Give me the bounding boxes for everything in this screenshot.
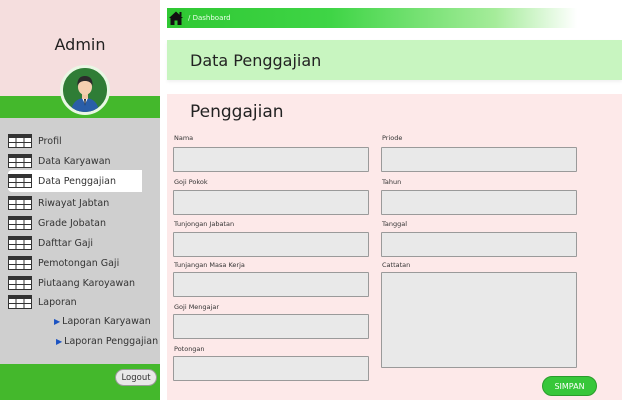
tanggal-label: Tanggal <box>382 220 408 228</box>
tanggal-input[interactable] <box>381 232 577 257</box>
gaji-pokok-input[interactable] <box>173 190 369 215</box>
home-icon[interactable] <box>167 9 185 27</box>
simpan-button[interactable]: SIMPAN <box>542 376 597 396</box>
periode-label: Priode <box>382 134 403 142</box>
user-avatar-icon <box>63 68 107 112</box>
sidebar-item-label: Grade Jobatan <box>38 217 107 229</box>
tahun-label: Tahun <box>382 178 402 186</box>
table-icon <box>8 174 32 188</box>
potongan-label: Potongan <box>174 345 205 353</box>
sidebar-item-profil[interactable]: Profil <box>8 131 160 151</box>
potongan-input[interactable] <box>173 356 369 381</box>
table-icon <box>8 196 32 210</box>
admin-label: Admin <box>54 35 106 54</box>
tunjangan-jabatan-input[interactable] <box>173 232 369 257</box>
penggajian-form: Penggajian Nama Goji Pokok Tunjongan Jab… <box>167 94 622 400</box>
sidebar-item-label: Data Karyawan <box>38 155 111 167</box>
nama-label: Nama <box>174 134 194 142</box>
form-title: Penggajian <box>190 102 284 122</box>
sidebar-item-riwayat-jabatan[interactable]: Riwayat Jabtan <box>8 193 160 213</box>
sidebar-item-label: Pemotongan Gaji <box>38 257 120 269</box>
sidebar-item-laporan[interactable]: Laporan <box>8 292 160 312</box>
sidebar-subitem-label: Laporan Karyawan <box>62 315 151 327</box>
table-icon <box>8 216 32 230</box>
table-icon <box>8 295 32 309</box>
sidebar-item-piutang-karyawan[interactable]: Piutaang Karoyawan <box>8 273 160 293</box>
triangle-right-icon: ▶ <box>56 336 63 346</box>
table-icon <box>8 154 32 168</box>
sidebar-subitem-label: Laporan Penggajian <box>64 335 159 347</box>
catatan-textarea[interactable] <box>381 272 577 368</box>
page-header: Data Penggajian <box>167 40 622 80</box>
sidebar-item-grade-jabatan[interactable]: Grade Jobatan <box>8 213 160 233</box>
breadcrumb: / Dashboard <box>167 8 577 28</box>
sidebar-item-pemotongan-gaji[interactable]: Pemotongan Gaji <box>8 253 160 273</box>
logout-button[interactable]: Logout <box>115 369 157 386</box>
gaji-mengajar-input[interactable] <box>173 314 369 339</box>
sidebar-subitem-laporan-penggajian[interactable]: ▶ Laporan Penggajian <box>56 333 158 349</box>
breadcrumb-text[interactable]: / Dashboard <box>188 14 231 22</box>
tunjangan-jabatan-label: Tunjongan Jabatan <box>174 220 235 228</box>
triangle-right-icon: ▶ <box>54 316 61 326</box>
sidebar-item-label: Dafttar Gaji <box>38 237 93 249</box>
sidebar-item-daftar-gaji[interactable]: Dafttar Gaji <box>8 233 160 253</box>
sidebar-item-data-karyawan[interactable]: Data Karyawan <box>8 151 160 171</box>
table-icon <box>8 236 32 250</box>
avatar[interactable] <box>60 65 110 115</box>
sidebar-item-label: Profil <box>38 135 62 147</box>
sidebar-item-data-penggajian[interactable]: Data Penggajian <box>8 170 142 192</box>
sidebar-subitem-laporan-karyawan[interactable]: ▶ Laporan Karyawan <box>54 313 151 329</box>
sidebar: Admin Profil Data Karyawan Data Penggaji… <box>0 0 160 400</box>
page-title: Data Penggajian <box>190 51 322 70</box>
sidebar-item-label: Laporan <box>38 296 77 308</box>
table-icon <box>8 276 32 290</box>
tunjangan-masa-kerja-label: Tunjangan Masa Kerja <box>174 261 245 269</box>
gaji-pokok-label: Goji Pokok <box>174 178 208 186</box>
table-icon <box>8 256 32 270</box>
sidebar-item-label: Piutaang Karoyawan <box>38 277 136 289</box>
table-icon <box>8 134 32 148</box>
sidebar-item-label: Data Penggajian <box>38 175 116 187</box>
nama-input[interactable] <box>173 147 369 172</box>
sidebar-item-label: Riwayat Jabtan <box>38 197 110 209</box>
catatan-label: Cattatan <box>382 261 411 269</box>
gaji-mengajar-label: Goji Mengajar <box>174 303 219 311</box>
tahun-input[interactable] <box>381 190 577 215</box>
tunjangan-masa-kerja-input[interactable] <box>173 272 369 297</box>
periode-input[interactable] <box>381 147 577 172</box>
